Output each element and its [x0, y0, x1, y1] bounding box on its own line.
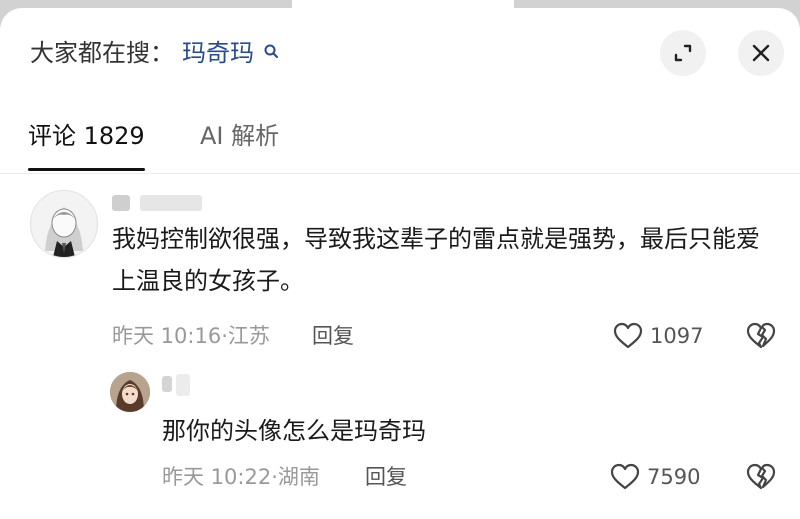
- like-count: 7590: [647, 465, 701, 489]
- avatar-manga-girl: [45, 207, 83, 257]
- tab-ai-analysis[interactable]: AI 解析: [200, 121, 279, 151]
- like-count: 1097: [650, 324, 704, 348]
- reply-location: 湖南: [277, 465, 320, 489]
- username-blur: [176, 374, 190, 396]
- comment-text: 我妈控制欲很强，导致我这辈子的雷点就是强势，最后只能爱上温良的女孩子。: [112, 225, 760, 295]
- tab-divider: [0, 173, 800, 174]
- expand-button[interactable]: [660, 30, 706, 76]
- top-notch: [292, 0, 514, 8]
- comment-sheet: 大家都在搜： 玛奇玛 评论 1829 AI 解析 我妈控制欲很强，导致我这辈子的…: [0, 8, 800, 519]
- broken-heart-icon[interactable]: [746, 322, 776, 350]
- search-prefix-label: 大家都在搜：: [30, 39, 174, 67]
- meta-separator: ·: [271, 465, 278, 489]
- username-blur: [112, 195, 130, 211]
- avatar[interactable]: [30, 190, 98, 258]
- tab-comments[interactable]: 评论 1829: [28, 121, 145, 151]
- username-blur: [162, 376, 172, 392]
- close-icon: [752, 44, 770, 62]
- reply-button[interactable]: 回复: [365, 464, 407, 490]
- close-button[interactable]: [738, 30, 784, 76]
- comment-meta: 昨天 10:16·江苏: [112, 323, 270, 349]
- comment-location: 江苏: [227, 324, 270, 348]
- search-term-link[interactable]: 玛奇玛: [182, 38, 254, 68]
- reply-meta: 昨天 10:22·湖南: [162, 464, 320, 490]
- search-icon[interactable]: [262, 42, 282, 62]
- expand-icon: [674, 44, 692, 62]
- reply-text: 那你的头像怎么是玛奇玛: [162, 417, 426, 445]
- avatar[interactable]: [110, 372, 150, 412]
- reply-time: 昨天 10:22: [162, 465, 272, 489]
- comment-time: 昨天 10:16: [112, 324, 222, 348]
- heart-icon[interactable]: [610, 463, 640, 491]
- avatar-anime-girl: [110, 372, 150, 412]
- reply-button[interactable]: 回复: [312, 323, 354, 349]
- broken-heart-icon[interactable]: [746, 463, 776, 491]
- heart-icon[interactable]: [613, 322, 643, 350]
- username-blur: [140, 195, 202, 211]
- meta-separator: ·: [221, 324, 228, 348]
- active-tab-indicator: [28, 168, 145, 171]
